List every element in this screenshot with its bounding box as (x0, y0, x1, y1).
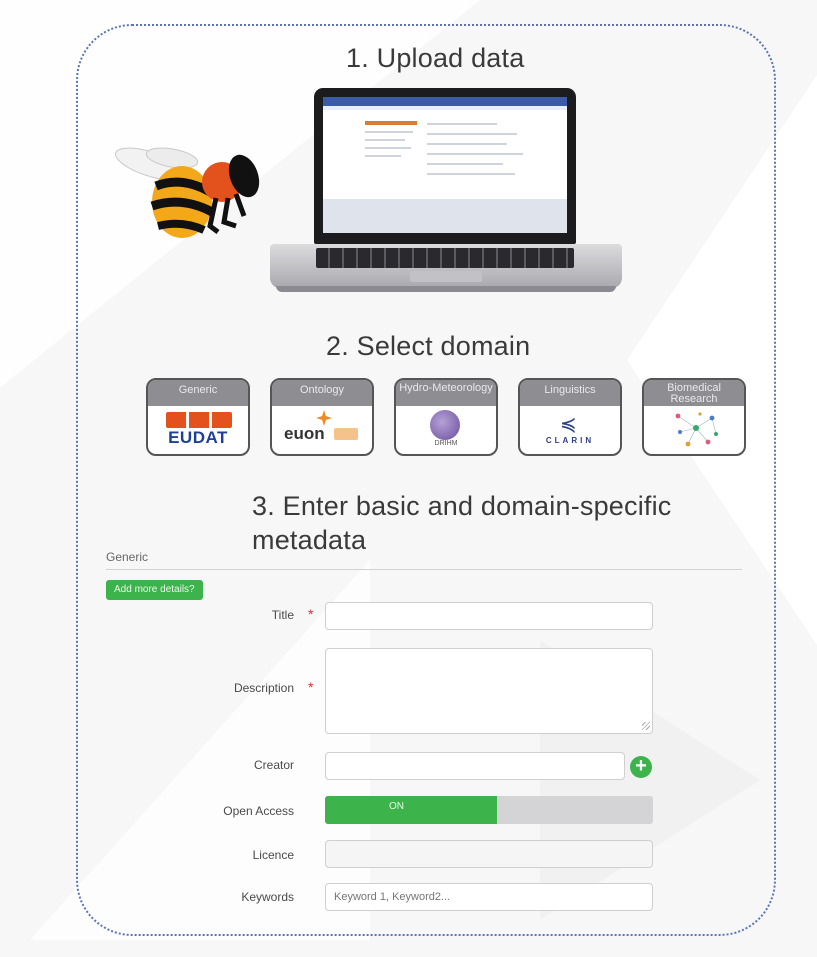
domain-label: Generic (148, 380, 248, 406)
clarin-logo-text: CLARIN (545, 436, 595, 445)
screen-line (427, 173, 515, 175)
licence-label: Licence (252, 848, 294, 862)
description-textarea[interactable] (325, 648, 653, 734)
laptop-trackpad (410, 271, 482, 282)
add-creator-plus-icon[interactable]: + (630, 756, 652, 778)
title-label: Title (271, 608, 294, 622)
euon-logo: euon (272, 406, 372, 454)
domain-label: Linguistics (520, 380, 620, 406)
domain-card-generic[interactable]: Generic EUDAT (146, 378, 250, 456)
title-input[interactable] (325, 602, 653, 630)
clarin-mark-icon: ≼ (560, 414, 577, 436)
network-graph-drawing (675, 412, 718, 447)
eudat-logo-text: EUDAT (168, 428, 228, 447)
drihm-logo-text: DRIHM (434, 440, 458, 447)
screen-subheader (323, 106, 567, 110)
section-divider (106, 569, 742, 570)
laptop-base-edge (276, 286, 616, 292)
domain-card-linguistics[interactable]: Linguistics ≼ CLARIN (518, 378, 622, 456)
open-access-toggle[interactable]: ON (325, 796, 653, 824)
required-marker: * (308, 679, 314, 695)
toggle-on-state: ON (325, 796, 497, 824)
laptop-icon (270, 88, 622, 300)
domain-label: Ontology (272, 380, 372, 406)
screen-line (427, 123, 497, 125)
domain-label: Biomedical Research (644, 380, 744, 406)
screen-highlight (365, 121, 417, 125)
eudat-logo: EUDAT (148, 406, 248, 454)
clarin-logo: ≼ CLARIN (520, 406, 620, 454)
section-label: Generic (106, 550, 149, 564)
step-enter-title: 3. Enter basic and domain-specific metad… (252, 491, 672, 555)
screen-line (365, 131, 413, 133)
screen-line (427, 163, 503, 165)
licence-input[interactable] (325, 840, 653, 868)
creator-label: Creator (253, 758, 294, 772)
network-graph-icon (644, 406, 744, 454)
screen-line (427, 153, 523, 155)
domain-card-hydro-meteorology[interactable]: Hydro-Meteorology DRIHM (394, 378, 498, 456)
laptop-screen (323, 97, 567, 233)
domain-card-ontology[interactable]: Ontology euon (270, 378, 374, 456)
open-access-label: Open Access (223, 804, 294, 818)
step-select-title: 2. Select domain (326, 331, 531, 361)
screen-footer (323, 199, 567, 233)
add-details-button[interactable]: Add more details? (106, 580, 203, 600)
eudat-blocks (166, 412, 232, 428)
bee-mascot-icon (115, 147, 260, 238)
keywords-label: Keywords (241, 890, 294, 904)
screen-line (365, 155, 401, 157)
screen-header (323, 97, 567, 106)
screen-line (427, 143, 507, 145)
keywords-input[interactable] (325, 883, 653, 911)
laptop-lid (314, 88, 576, 244)
description-label: Description (233, 681, 294, 695)
drihm-logo: DRIHM (396, 406, 496, 454)
step-upload-title: 1. Upload data (346, 43, 525, 73)
globe-icon (430, 410, 460, 440)
euon-logo-text: euon (284, 424, 325, 443)
required-marker: * (308, 606, 314, 622)
euon-bar (334, 428, 358, 440)
screen-line (365, 147, 411, 149)
domain-card-biomedical[interactable]: Biomedical Research (642, 378, 746, 456)
screen-line (365, 139, 405, 141)
laptop-keyboard (316, 248, 574, 268)
textarea-resize-icon[interactable] (642, 722, 650, 730)
creator-input[interactable] (325, 752, 625, 780)
domain-label: Hydro-Meteorology (396, 380, 496, 406)
domain-selector: Generic EUDAT Ontology euon Hydro-Meteor… (146, 378, 756, 460)
screen-line (427, 133, 517, 135)
